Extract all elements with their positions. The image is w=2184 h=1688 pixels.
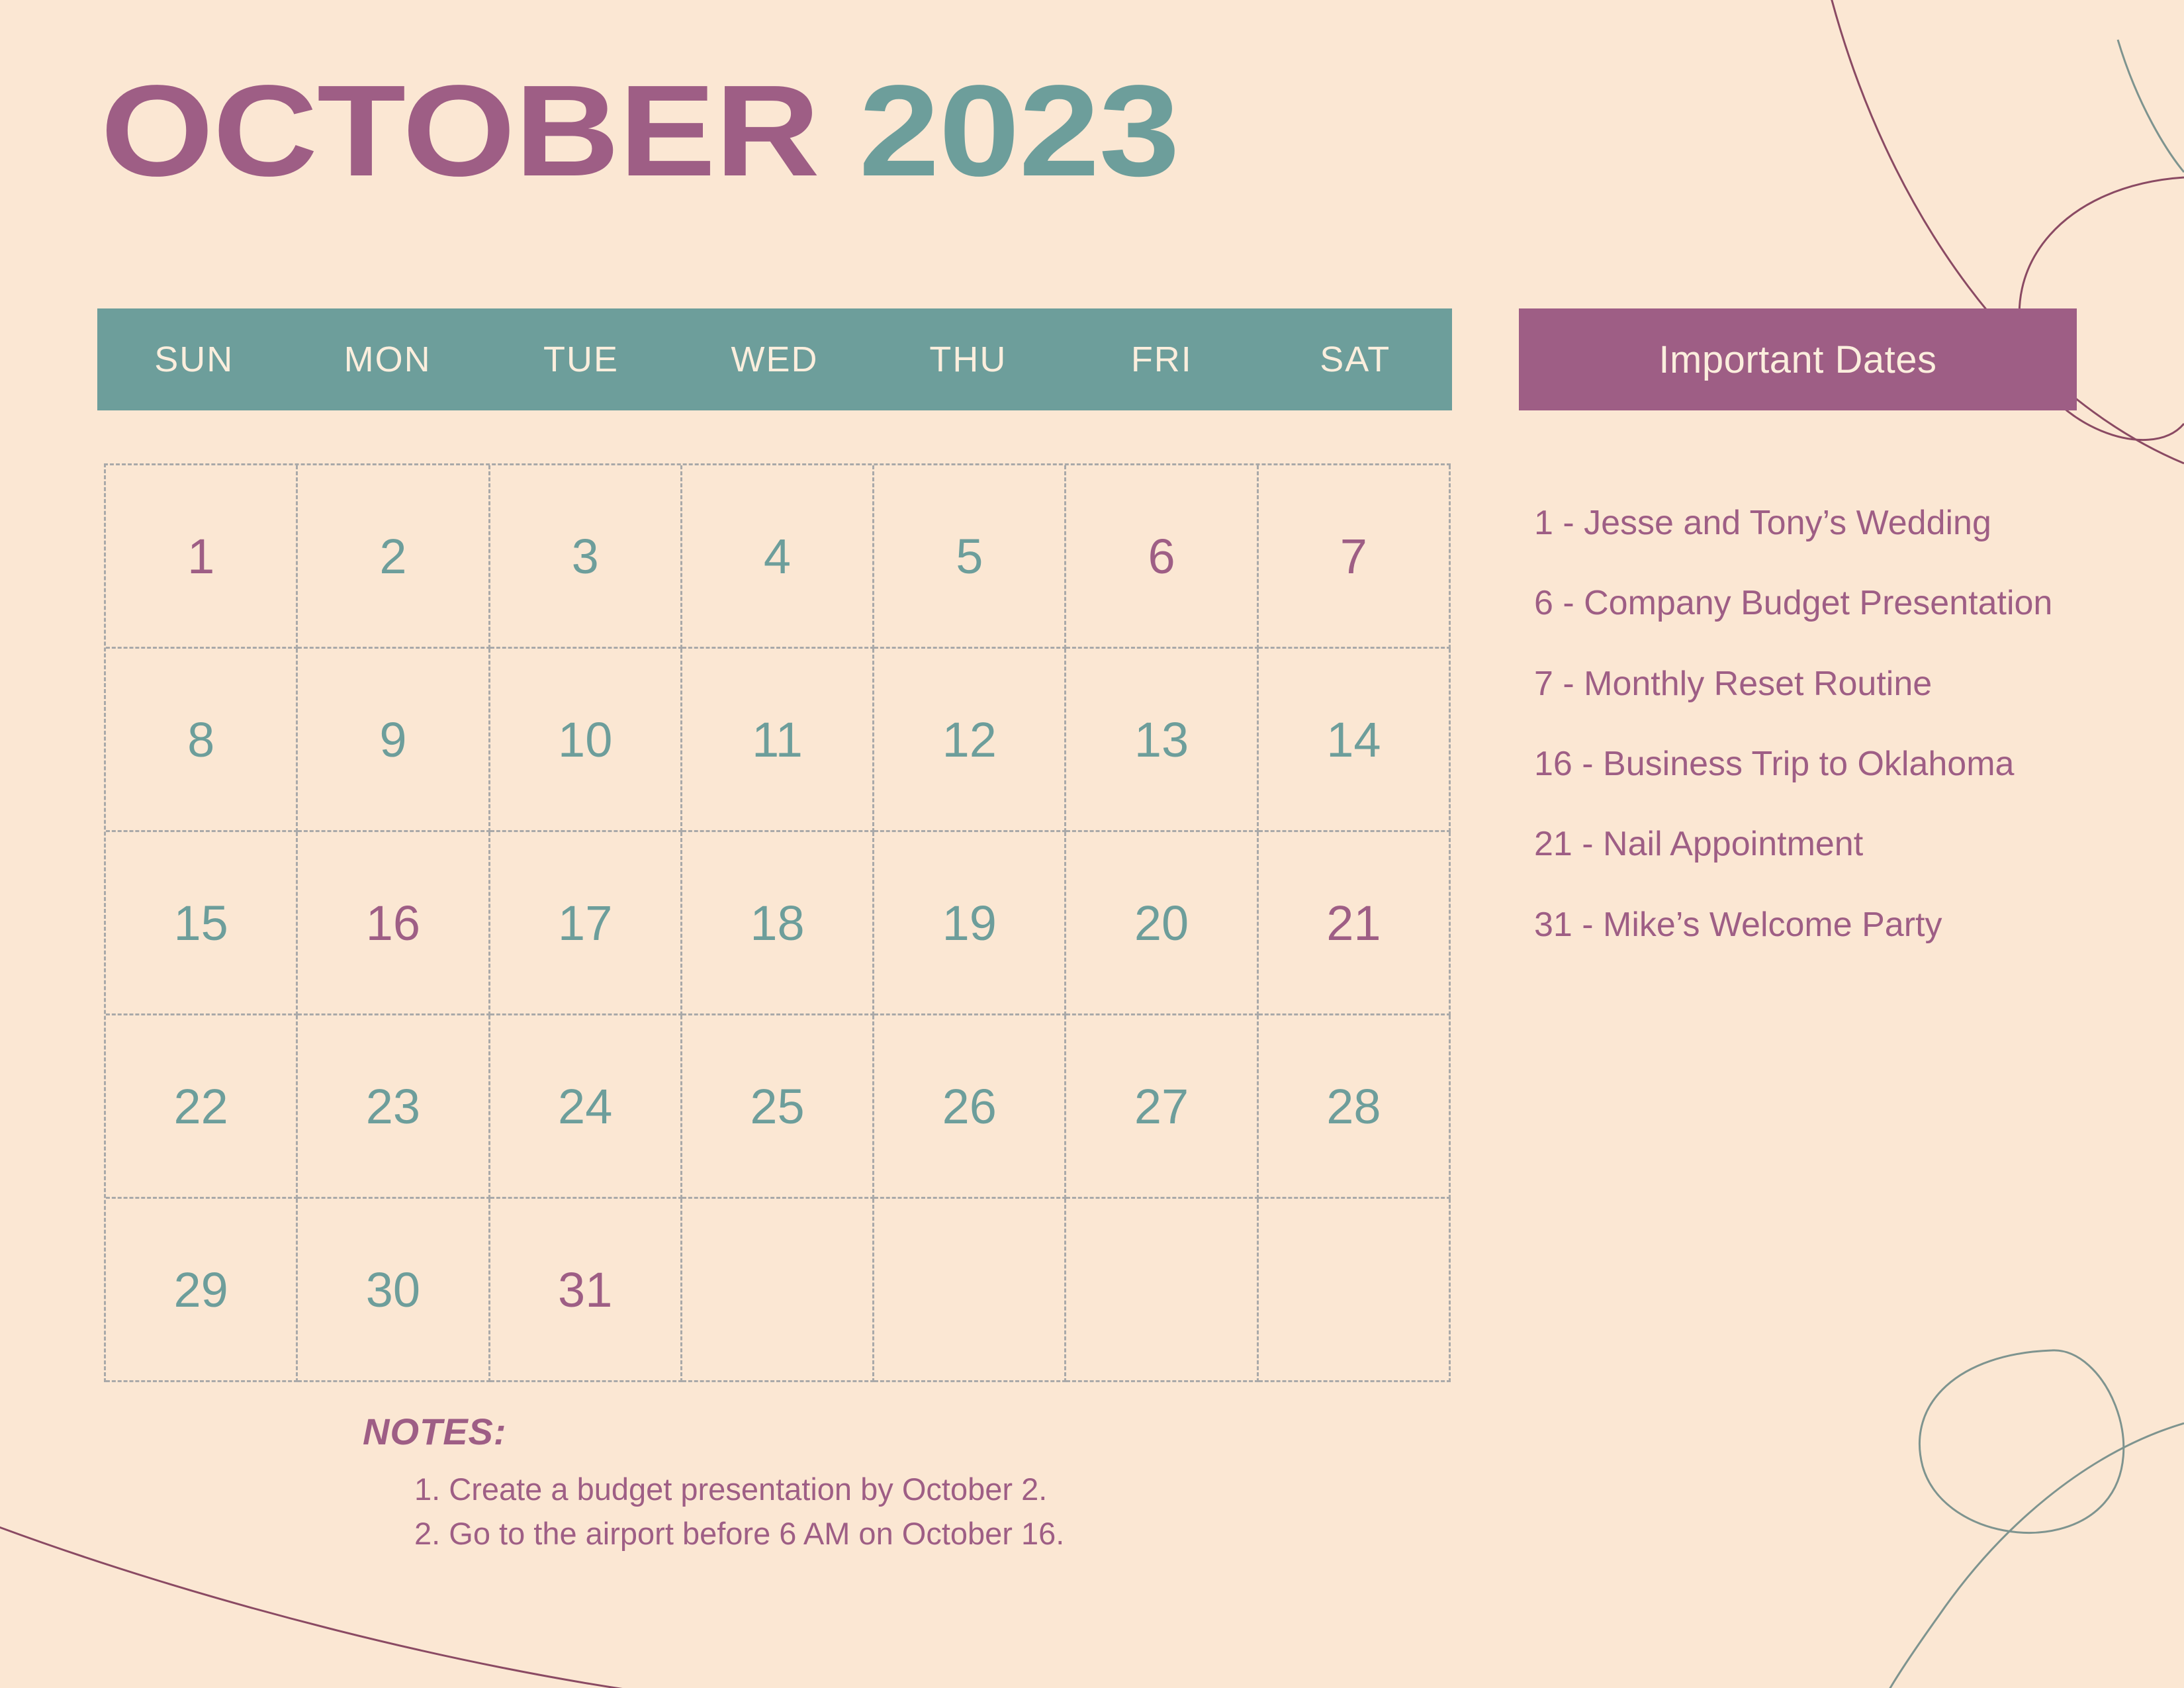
weekday-header-wed: WED	[731, 340, 819, 379]
calendar-day-8[interactable]: 8	[106, 649, 298, 832]
weekday-header-tue: TUE	[543, 340, 619, 379]
calendar-day-2[interactable]: 2	[298, 465, 490, 649]
calendar-cell-empty	[1066, 1199, 1259, 1382]
calendar-day-16[interactable]: 16	[298, 832, 490, 1015]
calendar-day-22[interactable]: 22	[106, 1015, 298, 1199]
page-title: OCTOBER 2023	[101, 66, 1180, 196]
calendar-cell-empty	[874, 1199, 1067, 1382]
decor-line-top-right-thin	[2116, 39, 2184, 173]
calendar-day-20[interactable]: 20	[1066, 832, 1259, 1015]
notes-list: 1. Create a budget presentation by Octob…	[414, 1468, 1064, 1556]
note-item: 2. Go to the airport before 6 AM on Octo…	[414, 1515, 1065, 1551]
calendar-day-11[interactable]: 11	[682, 649, 875, 832]
weekday-header-bar: SUN MON TUE WED THU FRI SAT	[97, 308, 1452, 410]
calendar-day-4[interactable]: 4	[682, 465, 875, 649]
calendar-day-9[interactable]: 9	[298, 649, 490, 832]
important-date-item: 7 - Monthly Reset Routine	[1534, 664, 1933, 703]
calendar-day-18[interactable]: 18	[682, 832, 875, 1015]
calendar-day-29[interactable]: 29	[106, 1199, 298, 1382]
calendar-day-31[interactable]: 31	[490, 1199, 682, 1382]
calendar-day-5[interactable]: 5	[874, 465, 1067, 649]
calendar-day-30[interactable]: 30	[298, 1199, 490, 1382]
important-date-item: 16 - Business Trip to Oklahoma	[1534, 745, 2015, 784]
important-date-item: 6 - Company Budget Presentation	[1534, 584, 2053, 623]
important-dates-header: Important Dates	[1519, 308, 2077, 410]
important-date-item: 31 - Mike’s Welcome Party	[1534, 905, 1942, 944]
weekday-header-mon: MON	[343, 340, 432, 379]
calendar-day-19[interactable]: 19	[874, 832, 1067, 1015]
important-dates-header-label: Important Dates	[1659, 338, 1937, 381]
calendar-day-6[interactable]: 6	[1066, 465, 1259, 649]
calendar-day-7[interactable]: 7	[1258, 465, 1451, 649]
decor-line-bottom-right-tail	[1889, 1422, 2184, 1688]
weekday-header-sat: SAT	[1320, 340, 1391, 379]
calendar-day-26[interactable]: 26	[874, 1015, 1067, 1199]
weekday-header-fri: FRI	[1130, 340, 1193, 379]
calendar-day-23[interactable]: 23	[298, 1015, 490, 1199]
weekday-header-sun: SUN	[154, 340, 234, 379]
calendar-day-28[interactable]: 28	[1258, 1015, 1451, 1199]
calendar-day-25[interactable]: 25	[682, 1015, 875, 1199]
calendar-cell-empty	[682, 1199, 875, 1382]
important-dates-list: 1 - Jesse and Tony’s Wedding 6 - Company …	[1534, 503, 2143, 985]
calendar-day-1[interactable]: 1	[106, 465, 298, 649]
important-date-item: 21 - Nail Appointment	[1534, 825, 1864, 864]
title-year: 2023	[858, 58, 1180, 203]
weekday-header-thu: THU	[929, 340, 1007, 379]
calendar-day-17[interactable]: 17	[490, 832, 682, 1015]
calendar-day-14[interactable]: 14	[1258, 649, 1451, 832]
title-month: OCTOBER	[101, 58, 820, 203]
calendar-day-15[interactable]: 15	[106, 832, 298, 1015]
calendar-day-27[interactable]: 27	[1066, 1015, 1259, 1199]
calendar-day-3[interactable]: 3	[490, 465, 682, 649]
notes-title: NOTES:	[363, 1411, 507, 1452]
important-date-item: 1 - Jesse and Tony’s Wedding	[1534, 504, 1991, 542]
calendar-day-10[interactable]: 10	[490, 649, 682, 832]
calendar-day-13[interactable]: 13	[1066, 649, 1259, 832]
calendar-cell-empty	[1258, 1199, 1451, 1382]
decor-line-bottom-right-loop	[1919, 1349, 2125, 1534]
note-item: 1. Create a budget presentation by Octob…	[414, 1472, 1048, 1507]
calendar-day-21[interactable]: 21	[1258, 832, 1451, 1015]
calendar-day-12[interactable]: 12	[874, 649, 1067, 832]
calendar-day-24[interactable]: 24	[490, 1015, 682, 1199]
notes-section: NOTES: 1. Create a budget presentation b…	[363, 1410, 1064, 1556]
calendar-grid: 1 2 3 4 5 6 7 8 9 10 11 12 13 14 15 16 17 18 19 20 21 22 23 24 2…	[104, 463, 1451, 1382]
